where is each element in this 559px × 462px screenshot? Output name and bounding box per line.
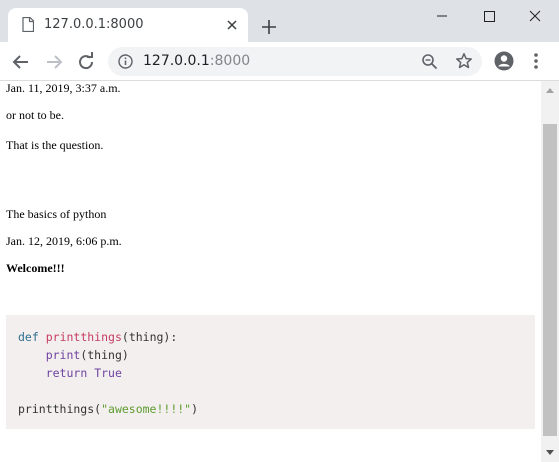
browser-tab[interactable]: 127.0.0.1:8000 bbox=[8, 8, 248, 42]
arrow-right-icon[interactable] bbox=[42, 50, 66, 74]
post-title: The basics of python bbox=[6, 207, 107, 221]
close-icon[interactable] bbox=[226, 19, 238, 31]
window-close-icon[interactable] bbox=[512, 0, 558, 32]
arrow-left-icon[interactable] bbox=[9, 50, 33, 74]
page-icon bbox=[22, 17, 34, 32]
toolbar: 127.0.0.1:8000 bbox=[0, 42, 559, 81]
info-icon[interactable] bbox=[118, 54, 133, 69]
zoom-out-icon[interactable] bbox=[421, 53, 438, 70]
account-icon[interactable] bbox=[493, 50, 515, 72]
more-vert-icon[interactable] bbox=[528, 50, 544, 72]
address-bar[interactable]: 127.0.0.1:8000 bbox=[108, 47, 482, 76]
post-text-line: or not to be. bbox=[6, 108, 64, 122]
reload-icon[interactable] bbox=[74, 50, 98, 74]
title-bar: 127.0.0.1:8000 bbox=[0, 0, 559, 42]
scrollbar-thumb[interactable] bbox=[543, 124, 557, 436]
post-date: Jan. 11, 2019, 3:37 a.m. bbox=[6, 81, 121, 95]
minimize-icon[interactable] bbox=[419, 0, 465, 32]
scroll-down-icon[interactable] bbox=[545, 449, 555, 457]
url-text[interactable]: 127.0.0.1:8000 bbox=[143, 53, 250, 69]
code-text: def printthings(thing): print(thing) ret… bbox=[18, 330, 199, 416]
post-heading: Welcome!!! bbox=[6, 261, 65, 275]
tab-title: 127.0.0.1:8000 bbox=[44, 17, 144, 32]
post-date: Jan. 12, 2019, 6:06 p.m. bbox=[6, 234, 122, 248]
maximize-icon[interactable] bbox=[466, 0, 512, 32]
vertical-scrollbar[interactable] bbox=[541, 81, 559, 462]
url-host: 127.0.0.1 bbox=[143, 53, 210, 69]
plus-icon[interactable] bbox=[259, 17, 279, 37]
post-text-line: That is the question. bbox=[6, 138, 104, 152]
url-port: :8000 bbox=[209, 53, 251, 69]
star-icon[interactable] bbox=[455, 52, 473, 70]
scroll-up-icon[interactable] bbox=[545, 86, 555, 94]
code-block: def printthings(thing): print(thing) ret… bbox=[6, 315, 535, 429]
page-content: Jan. 11, 2019, 3:37 a.m. or not to be. T… bbox=[0, 81, 541, 462]
